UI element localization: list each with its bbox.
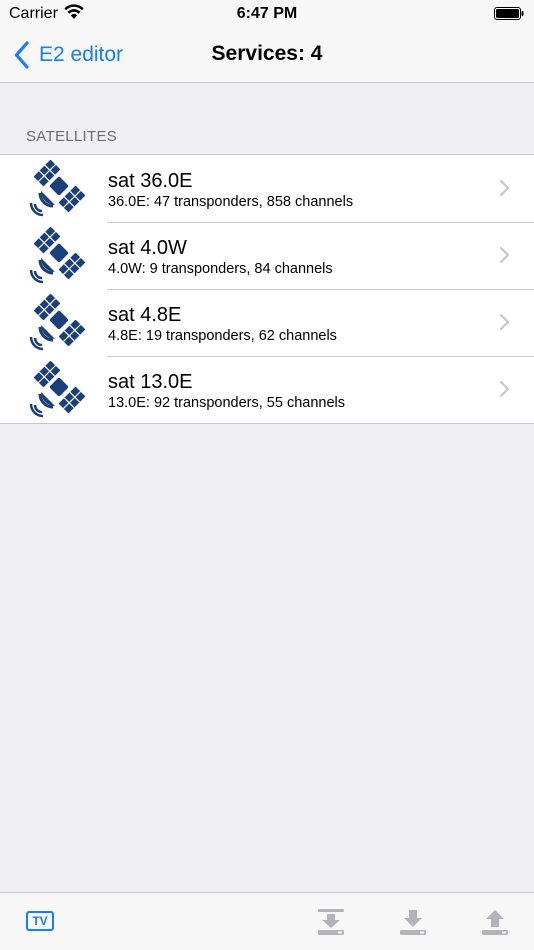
battery-icon bbox=[494, 7, 524, 20]
satellite-icon bbox=[27, 159, 87, 219]
satellite-details: 36.0E: 47 transponders, 858 channels bbox=[108, 194, 354, 210]
tv-button[interactable]: TV bbox=[26, 911, 54, 931]
import-icon[interactable] bbox=[316, 908, 346, 936]
satellite-details: 4.0W: 9 transponders, 84 channels bbox=[108, 261, 333, 277]
satellite-name: sat 36.0E bbox=[108, 170, 193, 192]
list-item[interactable]: sat 36.0E 36.0E: 47 transponders, 858 ch… bbox=[0, 155, 534, 222]
satellite-list: sat 36.0E 36.0E: 47 transponders, 858 ch… bbox=[0, 154, 534, 424]
satellite-details: 4.8E: 19 transponders, 62 channels bbox=[108, 328, 337, 344]
satellite-name: sat 13.0E bbox=[108, 371, 193, 393]
download-icon[interactable] bbox=[398, 908, 428, 936]
chevron-right-icon bbox=[499, 313, 510, 331]
list-item[interactable]: sat 13.0E 13.0E: 92 transponders, 55 cha… bbox=[0, 356, 534, 423]
list-item[interactable]: sat 4.8E 4.8E: 19 transponders, 62 chann… bbox=[0, 289, 534, 356]
list-item[interactable]: sat 4.0W 4.0W: 9 transponders, 84 channe… bbox=[0, 222, 534, 289]
satellite-icon bbox=[27, 360, 87, 420]
satellite-name: sat 4.8E bbox=[108, 304, 182, 326]
toolbar: TV bbox=[0, 892, 534, 950]
satellite-details: 13.0E: 92 transponders, 55 channels bbox=[108, 395, 345, 411]
page-title: Services: 4 bbox=[211, 42, 323, 65]
status-bar: Carrier 6:47 PM bbox=[0, 0, 534, 28]
tv-button-label: TV bbox=[32, 914, 48, 928]
chevron-right-icon bbox=[499, 380, 510, 398]
satellite-name: sat 4.0W bbox=[108, 237, 187, 259]
clock: 6:47 PM bbox=[236, 5, 298, 22]
upload-icon[interactable] bbox=[480, 908, 510, 936]
screen: Carrier 6:47 PM E2 editor Services: 4 SA… bbox=[0, 0, 534, 950]
nav-bar: E2 editor Services: 4 bbox=[0, 28, 534, 83]
satellite-icon bbox=[27, 226, 87, 286]
section-header: SATELLITES bbox=[26, 128, 118, 145]
satellite-icon bbox=[27, 293, 87, 353]
navigation-bar: Carrier 6:47 PM E2 editor Services: 4 bbox=[0, 0, 534, 83]
chevron-right-icon bbox=[499, 179, 510, 197]
chevron-right-icon bbox=[499, 246, 510, 264]
